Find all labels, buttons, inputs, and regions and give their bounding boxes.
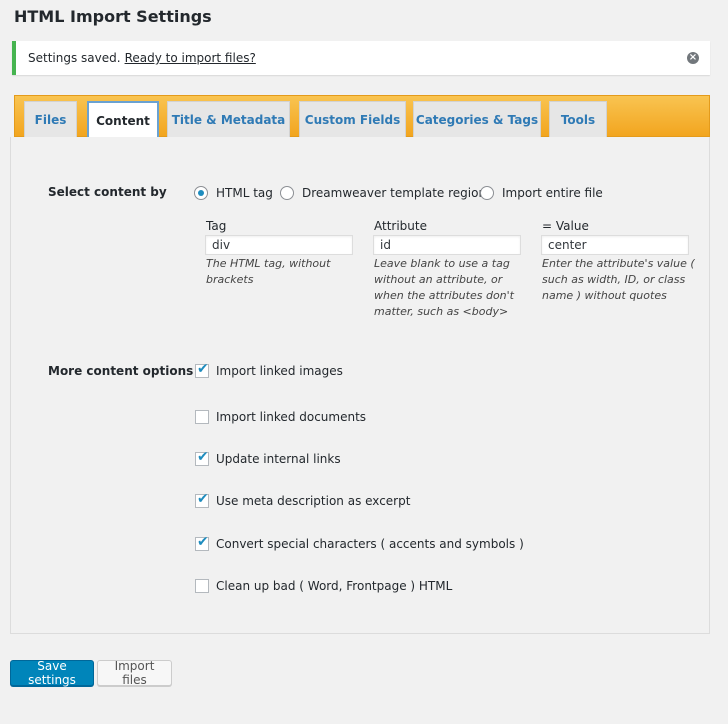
- value-description: Enter the attribute's value ( such as wi…: [542, 257, 695, 302]
- more-content-options-label: More content options: [48, 364, 194, 378]
- check-icon: ✔: [197, 534, 209, 550]
- close-icon[interactable]: ×: [687, 52, 699, 64]
- clean-up-bad-html-label: Clean up bad ( Word, Frontpage ) HTML: [216, 579, 453, 593]
- attribute-description: Leave blank to use a tag without an attr…: [374, 257, 514, 318]
- checkbox-clean-up-bad-html[interactable]: [195, 579, 209, 593]
- settings-tab-bar: Files Content Title & Metadata Custom Fi…: [14, 95, 710, 138]
- check-icon: ✔: [197, 361, 209, 377]
- value-input[interactable]: [541, 235, 689, 255]
- content-panel: [10, 137, 710, 634]
- convert-special-characters-label: Convert special characters ( accents and…: [216, 537, 524, 551]
- ready-to-import-link[interactable]: Ready to import files?: [125, 51, 256, 65]
- import-linked-documents-label: Import linked documents: [216, 410, 367, 424]
- attribute-input[interactable]: [373, 235, 521, 255]
- radio-dreamweaver-region-label: Dreamweaver template region: [302, 186, 487, 200]
- check-icon: ✔: [197, 491, 209, 507]
- tab-categories-tags[interactable]: Categories & Tags: [413, 101, 541, 138]
- tab-custom-fields[interactable]: Custom Fields: [299, 101, 406, 138]
- tag-description: The HTML tag, without brackets: [206, 257, 331, 286]
- attribute-field-label: Attribute: [374, 219, 427, 233]
- radio-import-entire-file-label: Import entire file: [502, 186, 603, 200]
- import-linked-images-label: Import linked images: [216, 364, 343, 378]
- radio-import-entire-file[interactable]: [480, 186, 494, 200]
- tab-title-metadata[interactable]: Title & Metadata: [167, 101, 290, 138]
- success-notice: Settings saved. Ready to import files? ×: [12, 41, 710, 75]
- checkbox-convert-special-characters[interactable]: ✔: [195, 534, 209, 551]
- save-settings-button[interactable]: Save settings: [10, 659, 94, 687]
- value-field-label: = Value: [542, 219, 589, 233]
- checkbox-import-linked-documents[interactable]: [195, 410, 209, 424]
- meta-description-excerpt-label: Use meta description as excerpt: [216, 494, 411, 508]
- checkbox-update-internal-links[interactable]: ✔: [195, 449, 209, 466]
- radio-html-tag[interactable]: [194, 186, 208, 200]
- notice-text: Settings saved.: [28, 51, 121, 65]
- check-icon: ✔: [197, 449, 209, 465]
- update-internal-links-label: Update internal links: [216, 452, 341, 466]
- page-title: HTML Import Settings: [14, 7, 212, 26]
- tag-input[interactable]: [205, 235, 353, 255]
- tab-content[interactable]: Content: [87, 101, 159, 138]
- select-content-label: Select content by: [48, 185, 167, 199]
- import-files-button[interactable]: Import files: [97, 659, 172, 687]
- tab-tools[interactable]: Tools: [549, 101, 607, 138]
- tag-field-label: Tag: [206, 219, 227, 233]
- radio-html-tag-label: HTML tag: [216, 186, 273, 200]
- checkbox-import-linked-images[interactable]: ✔: [195, 361, 209, 378]
- radio-dreamweaver-region[interactable]: [280, 186, 294, 200]
- tab-files[interactable]: Files: [24, 101, 77, 138]
- checkbox-meta-description-excerpt[interactable]: ✔: [195, 491, 209, 508]
